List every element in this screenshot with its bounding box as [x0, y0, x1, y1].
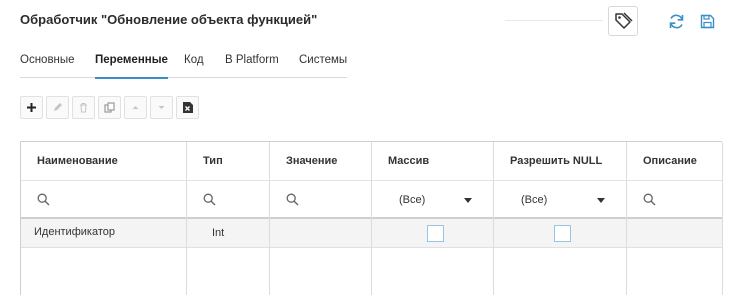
- delete-button[interactable]: [72, 96, 95, 119]
- filter-description[interactable]: [627, 181, 722, 219]
- variables-grid: Наименование Идентификатор Тип Int Значе…: [20, 141, 723, 295]
- grid-toolbar: [20, 96, 199, 119]
- tab-main[interactable]: Основные: [20, 52, 75, 78]
- column-allow-null: Разрешить NULL (Все): [494, 142, 627, 295]
- search-icon: [37, 193, 50, 206]
- table-row-cell-array[interactable]: [372, 219, 493, 248]
- table-row-cell-description[interactable]: [627, 219, 722, 248]
- column-header-description[interactable]: Описание: [627, 142, 722, 181]
- copy-icon: [104, 102, 115, 113]
- column-description: Описание: [627, 142, 723, 295]
- column-header-type[interactable]: Тип: [187, 142, 269, 181]
- filter-allow-null-select[interactable]: (Все): [494, 181, 626, 219]
- table-row-cell-type[interactable]: Int: [187, 219, 269, 248]
- chevron-down-icon: [464, 198, 472, 203]
- table-row-cell-name[interactable]: Идентификатор: [21, 219, 186, 248]
- plus-icon: [27, 103, 36, 112]
- tags-button[interactable]: [608, 6, 638, 36]
- search-icon: [643, 193, 656, 206]
- column-value: Значение: [270, 142, 372, 295]
- allow-null-checkbox[interactable]: [554, 225, 571, 242]
- column-type: Тип Int: [187, 142, 270, 295]
- filter-type[interactable]: [187, 181, 269, 219]
- filter-allow-null-value: (Все): [521, 194, 548, 206]
- copy-button[interactable]: [98, 96, 121, 119]
- refresh-button[interactable]: [664, 9, 688, 33]
- tab-platform[interactable]: В Platform: [225, 52, 279, 78]
- arrow-down-icon: [158, 106, 165, 109]
- array-checkbox[interactable]: [427, 225, 444, 242]
- column-header-name[interactable]: Наименование: [21, 142, 186, 181]
- excel-icon: [182, 102, 193, 113]
- table-row-cell-value[interactable]: [270, 219, 371, 248]
- save-icon: [700, 14, 714, 28]
- refresh-icon: [669, 14, 683, 28]
- tab-systems[interactable]: Системы: [299, 52, 347, 78]
- trash-icon: [80, 103, 87, 113]
- search-icon: [286, 193, 299, 206]
- table-row-cell-allow-null[interactable]: [494, 219, 626, 248]
- column-header-array[interactable]: Массив: [372, 142, 493, 181]
- filter-array-select[interactable]: (Все): [372, 181, 493, 219]
- move-up-button[interactable]: [124, 96, 147, 119]
- tags-icon: [615, 12, 633, 29]
- arrow-up-icon: [132, 106, 139, 109]
- save-button[interactable]: [695, 9, 719, 33]
- edit-button[interactable]: [46, 96, 69, 119]
- column-header-allow-null[interactable]: Разрешить NULL: [494, 142, 626, 181]
- title-divider: [505, 20, 603, 21]
- page-title: Обработчик "Обновление объекта функцией": [20, 12, 318, 27]
- column-header-value[interactable]: Значение: [270, 142, 371, 181]
- pencil-icon: [54, 103, 62, 111]
- export-excel-button[interactable]: [176, 96, 199, 119]
- column-array: Массив (Все): [372, 142, 494, 295]
- column-name: Наименование Идентификатор: [21, 142, 187, 295]
- filter-name[interactable]: [21, 181, 186, 219]
- move-down-button[interactable]: [150, 96, 173, 119]
- add-button[interactable]: [20, 96, 43, 119]
- filter-array-value: (Все): [399, 194, 426, 206]
- tab-code[interactable]: Код: [184, 52, 204, 78]
- search-icon: [203, 193, 216, 206]
- tab-variables[interactable]: Переменные: [95, 52, 168, 79]
- filter-value[interactable]: [270, 181, 371, 219]
- cell-name-text: Идентификатор: [34, 226, 115, 238]
- cell-type-text: Int: [212, 227, 225, 239]
- tab-bar: Основные Переменные Код В Platform Систе…: [20, 52, 347, 79]
- chevron-down-icon: [597, 198, 605, 203]
